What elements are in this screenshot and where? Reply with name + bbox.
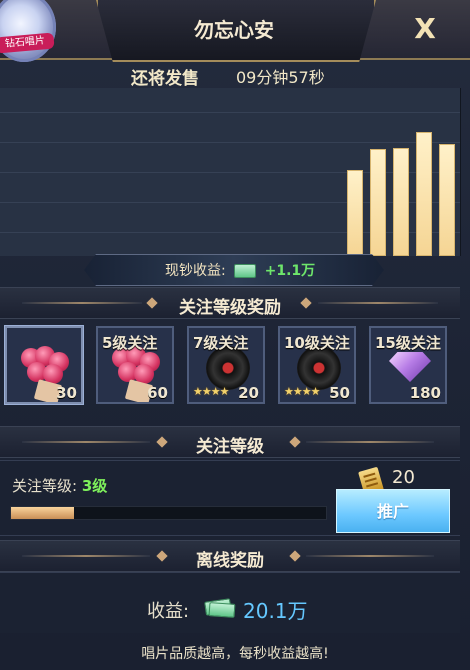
- close-button[interactable]: X: [410, 14, 440, 44]
- offline-income-value: 20.1万: [243, 599, 308, 623]
- star-rating-icon: ★★★★: [193, 385, 229, 398]
- follow-level-panel: 关注等级: 3级 20 推广: [0, 460, 460, 536]
- grid-line: [0, 232, 460, 233]
- follow-level-label: 关注等级:: [12, 477, 78, 495]
- reward-item[interactable]: 15级关注 180: [369, 326, 447, 404]
- release-timer: 还将发售 09分钟57秒: [0, 60, 470, 89]
- divider-right: [306, 441, 434, 443]
- follow-level-title: 关注等级: [196, 437, 264, 457]
- grid-line: [0, 142, 460, 143]
- grid-line: [0, 172, 460, 173]
- reward-list: 30 5级关注 60 7级关注 ★★★★ 20 10级关注 ★★★★ 50 15…: [0, 318, 460, 410]
- sales-bar: [439, 144, 455, 256]
- promote-button[interactable]: 推广: [336, 489, 450, 533]
- cash-income-value: +1.1万: [264, 263, 316, 279]
- cash-income-label: 现钞收益:: [165, 263, 226, 279]
- reward-count: 30: [56, 384, 77, 402]
- divider-right: [318, 302, 438, 304]
- offline-rewards-header: 离线奖励: [0, 540, 460, 572]
- follow-level-header: 关注等级: [0, 426, 460, 458]
- sales-bar: [370, 149, 386, 256]
- reward-count: 60: [147, 384, 168, 402]
- release-label: 还将发售: [131, 69, 199, 89]
- reward-count: 20: [238, 384, 259, 402]
- reward-count: 50: [329, 384, 350, 402]
- follow-rewards-title: 关注等级奖励: [179, 298, 281, 318]
- cash-icon: [204, 598, 236, 618]
- book-count: 20: [392, 467, 415, 488]
- reward-label: 5级关注: [102, 334, 158, 352]
- reward-label: 10级关注: [284, 334, 350, 352]
- star-rating-icon: ★★★★: [284, 385, 320, 398]
- reward-item[interactable]: 7级关注 ★★★★ 20: [187, 326, 265, 404]
- reward-item[interactable]: 5级关注 60: [96, 326, 174, 404]
- grid-line: [0, 202, 460, 203]
- reward-label: 7级关注: [193, 334, 249, 352]
- follow-progress-bar: [10, 506, 327, 520]
- sales-chart: [0, 88, 461, 256]
- divider-right: [306, 555, 434, 557]
- cash-icon: [234, 264, 257, 278]
- offline-income-label: 收益:: [147, 601, 190, 622]
- sales-bar: [416, 132, 432, 256]
- gem-icon: [389, 352, 431, 382]
- release-countdown: 09分钟57秒: [236, 68, 325, 87]
- reward-count: 180: [409, 384, 441, 402]
- follow-progress-fill: [11, 507, 74, 519]
- reward-item[interactable]: 10级关注 ★★★★ 50: [278, 326, 356, 404]
- follow-rewards-header: 关注等级奖励: [0, 287, 460, 319]
- offline-income-panel: 收益: 20.1万: [0, 572, 460, 633]
- rose-bouquet-icon: [21, 346, 71, 402]
- follow-level-text: 关注等级: 3级: [12, 475, 107, 496]
- sales-bar: [393, 148, 409, 256]
- reward-label: 15级关注: [375, 334, 441, 352]
- reward-item[interactable]: 30: [5, 326, 83, 404]
- panel-title: 勿忘心安: [194, 18, 274, 42]
- grid-line: [0, 112, 460, 113]
- footer-tip: 唱片品质越高，每秒收益越高!: [141, 646, 329, 662]
- album-panel: 勿忘心安 X 钻石唱片 还将发售 09分钟57秒 现钞收益: +1.1万 关注等…: [0, 0, 470, 670]
- sales-bar: [347, 170, 363, 256]
- follow-level-value: 3级: [81, 477, 108, 495]
- offline-rewards-title: 离线奖励: [196, 551, 264, 571]
- cash-income-text: 现钞收益: +1.1万: [165, 260, 315, 280]
